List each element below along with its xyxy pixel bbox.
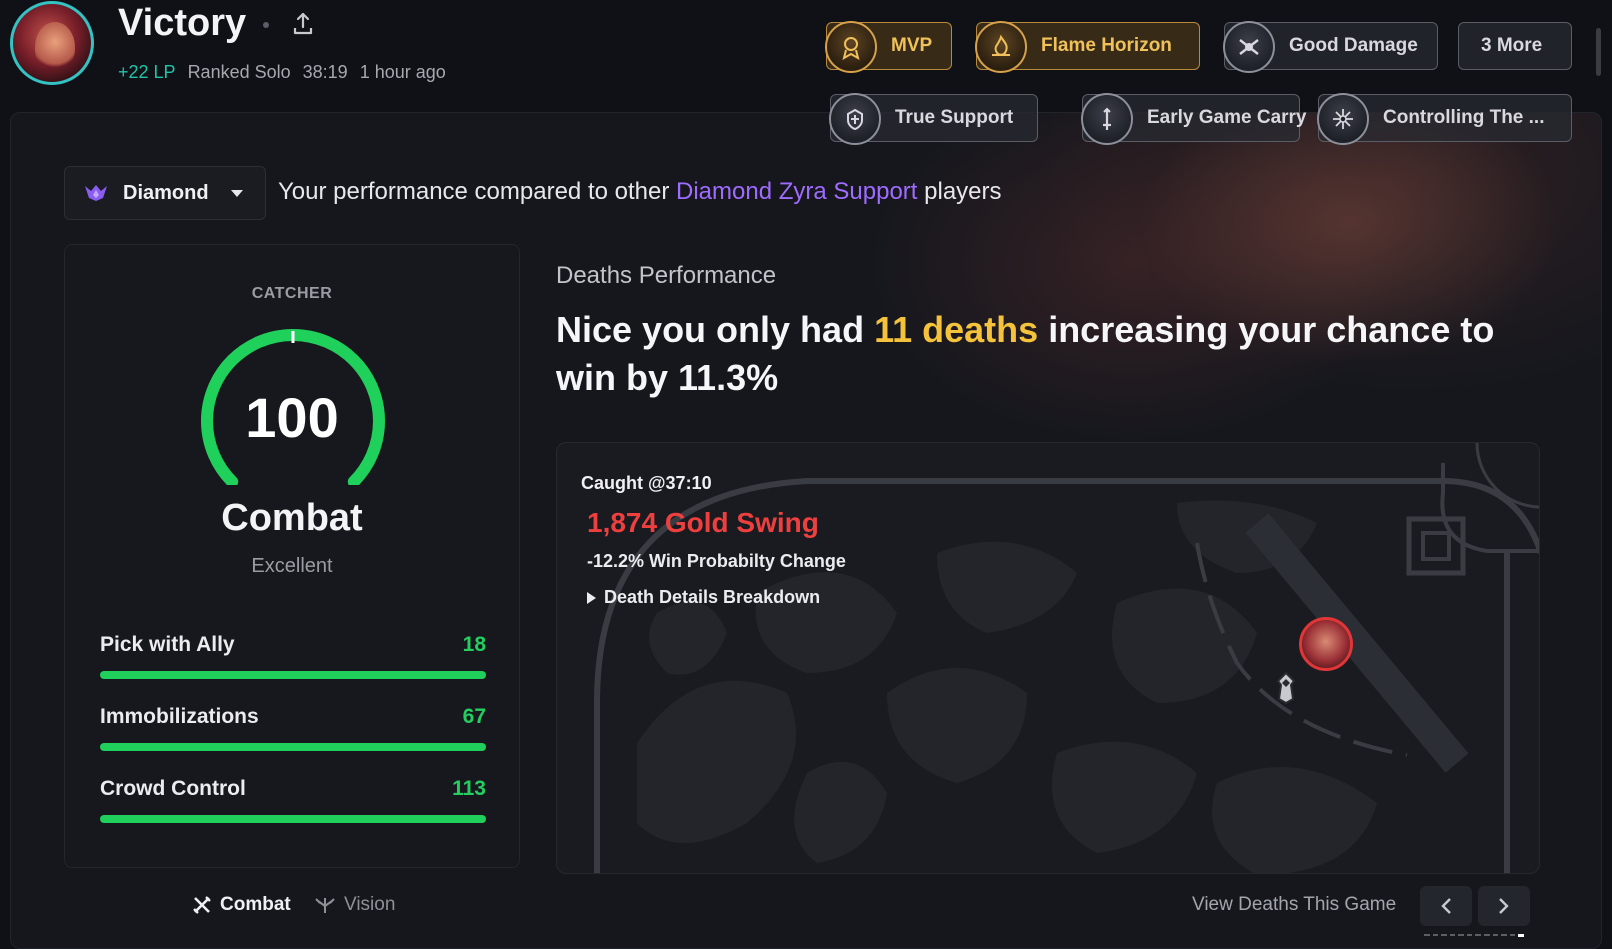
badge-flame-horizon[interactable]: Flame Horizon: [975, 21, 1200, 73]
mvp-icon: [825, 21, 877, 73]
badge-early-game-carry[interactable]: Early Game Carry: [1081, 93, 1307, 145]
tab-combat[interactable]: Combat: [192, 894, 291, 916]
badge-true-support[interactable]: True Support: [829, 93, 1038, 145]
stat-bar: [100, 815, 486, 823]
badge-good-damage[interactable]: Good Damage: [1223, 21, 1438, 73]
score-category: Combat: [221, 497, 363, 539]
death-caught-time: Caught @37:10: [581, 473, 712, 493]
role-label: CATCHER: [251, 285, 333, 302]
deaths-headline: Nice you only had 11 deaths increasing y…: [556, 309, 1495, 398]
stat-pick-with-ally: Pick with Ally 18: [100, 633, 486, 683]
deaths-performance-label: Deaths Performance: [556, 262, 777, 289]
lp-change: +22 LP: [118, 62, 176, 82]
match-duration: 38:19: [302, 62, 348, 82]
separator-dot: [263, 22, 269, 28]
stat-bar: [100, 671, 486, 679]
queue-type: Ranked Solo: [187, 62, 291, 82]
badges-scroll-indicator[interactable]: [1596, 28, 1601, 76]
comparison-group: Diamond Zyra Support: [676, 178, 918, 205]
performance-score-card: CATCHER 100 Combat Excellent Pick with A…: [64, 244, 520, 868]
badge-controlling[interactable]: Controlling The ...: [1317, 93, 1572, 145]
player-avatar: [10, 1, 94, 85]
win-probability-change: -12.2% Win Probabilty Change: [587, 551, 846, 571]
rank-filter-value: Diamond: [123, 181, 209, 204]
stat-immobilizations: Immobilizations 67: [100, 705, 486, 755]
early-game-carry-icon: [1081, 93, 1133, 145]
next-death-button[interactable]: [1478, 886, 1530, 926]
comparison-description: Your performance compared to other Diamo…: [278, 178, 1002, 205]
badge-more-button[interactable]: 3 More: [1458, 22, 1572, 70]
diamond-rank-icon: [85, 185, 107, 201]
true-support-icon: [829, 93, 881, 145]
chevron-down-icon: [231, 190, 243, 197]
good-damage-icon: [1223, 21, 1275, 73]
view-deaths-label: View Deaths This Game: [1192, 894, 1397, 915]
death-pagination-dots: [1424, 934, 1524, 938]
score-rating: Excellent: [251, 555, 333, 577]
share-icon[interactable]: [293, 12, 313, 36]
combat-icon: [193, 896, 211, 914]
flame-horizon-icon: [975, 21, 1027, 73]
expand-triangle-icon: [587, 591, 596, 604]
controlling-icon: [1317, 93, 1369, 145]
ward-icon: [1276, 671, 1296, 705]
previous-death-button[interactable]: [1420, 886, 1472, 926]
chevron-right-icon: [1499, 898, 1509, 914]
death-details-toggle[interactable]: Death Details Breakdown: [587, 587, 820, 608]
stat-crowd-control: Crowd Control 113: [100, 777, 486, 827]
stat-bar: [100, 743, 486, 751]
tab-vision[interactable]: Vision: [314, 894, 395, 916]
death-map-card: Caught @37:10 1,874 Gold Swing -12.2% Wi…: [556, 442, 1540, 874]
performance-score: 100: [245, 386, 339, 449]
deaths-count-highlight: 11 deaths: [874, 309, 1039, 350]
match-meta: +22 LP Ranked Solo 38:19 1 hour ago: [118, 62, 446, 83]
vision-icon: [315, 898, 335, 913]
rank-filter-dropdown[interactable]: Diamond: [64, 166, 266, 220]
champion-death-marker[interactable]: [1299, 617, 1353, 671]
match-time-ago: 1 hour ago: [359, 62, 446, 82]
gold-swing: 1,874 Gold Swing: [587, 507, 819, 538]
match-result-title: Victory: [118, 2, 247, 44]
chevron-left-icon: [1441, 898, 1451, 914]
badge-mvp[interactable]: MVP: [825, 21, 952, 73]
